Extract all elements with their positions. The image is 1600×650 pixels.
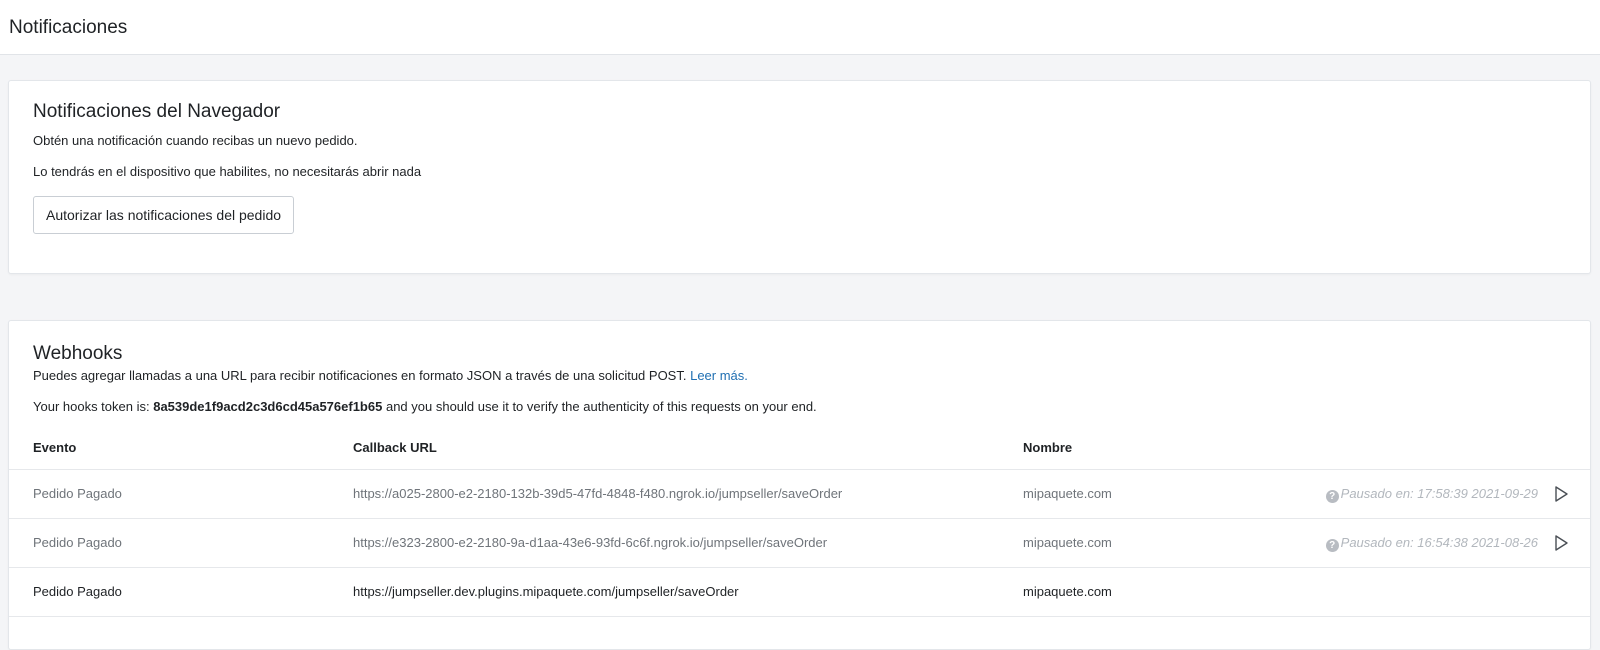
token-prefix: Your hooks token is:: [33, 399, 150, 414]
table-row[interactable]: Pedido Pagado https://e323-2800-e2-2180-…: [9, 519, 1590, 568]
row-event: Pedido Pagado: [33, 486, 122, 501]
top-bar: Notificaciones: [0, 0, 1600, 55]
authorize-notifications-button[interactable]: Autorizar las notificaciones del pedido: [33, 196, 295, 234]
browser-notifications-hint: Lo tendrás en el dispositivo que habilit…: [33, 164, 422, 179]
table-row[interactable]: Pedido Pagado https://a025-2800-e2-2180-…: [9, 470, 1590, 519]
browser-notifications-card: Notificaciones del Navegador Obtén una n…: [8, 80, 1591, 274]
paused-status-text: Pausado en: 16:54:38 2021-08-26: [1340, 535, 1538, 550]
row-name: mipaquete.com: [1023, 584, 1112, 599]
webhooks-description: Puedes agregar llamadas a una URL para r…: [33, 368, 748, 383]
webhooks-description-text: Puedes agregar llamadas a una URL para r…: [33, 368, 687, 383]
page-title: Notificaciones: [9, 17, 128, 38]
table-header: Evento Callback URL Nombre: [9, 427, 1590, 470]
paused-status: ? Pausado en: 16:54:38 2021-08-26: [1325, 519, 1538, 567]
row-event: Pedido Pagado: [33, 584, 122, 599]
play-icon[interactable]: [1552, 534, 1570, 552]
paused-status-text: Pausado en: 17:58:39 2021-09-29: [1340, 486, 1538, 501]
play-icon[interactable]: [1552, 485, 1570, 503]
webhooks-title: Webhooks: [33, 343, 123, 364]
question-circle-icon[interactable]: ?: [1325, 490, 1339, 503]
row-callback-url: https://a025-2800-e2-2180-132b-39d5-47fd…: [353, 486, 843, 501]
row-callback-url: https://jumpseller.dev.plugins.mipaquete…: [353, 584, 739, 599]
question-circle-icon[interactable]: ?: [1325, 539, 1339, 552]
read-more-link[interactable]: Leer más.: [690, 368, 748, 383]
webhooks-card: Webhooks Puedes agregar llamadas a una U…: [8, 320, 1591, 650]
paused-status: ? Pausado en: 17:58:39 2021-09-29: [1325, 470, 1538, 518]
column-header-event: Evento: [33, 440, 77, 455]
row-callback-url: https://e323-2800-e2-2180-9a-d1aa-43e6-9…: [353, 535, 828, 550]
row-name: mipaquete.com: [1023, 535, 1112, 550]
column-header-name: Nombre: [1023, 440, 1073, 455]
table-row[interactable]: Pedido Pagado https://jumpseller.dev.plu…: [9, 568, 1590, 617]
row-event: Pedido Pagado: [33, 535, 122, 550]
hooks-token-line: Your hooks token is: 8a539de1f9acd2c3d6c…: [33, 399, 817, 414]
token-suffix: and you should use it to verify the auth…: [385, 399, 817, 414]
hooks-token: 8a539de1f9acd2c3d6cd45a576ef1b65: [153, 399, 383, 414]
browser-notifications-description: Obtén una notificación cuando recibas un…: [33, 133, 358, 148]
row-name: mipaquete.com: [1023, 486, 1112, 501]
column-header-callback-url: Callback URL: [353, 440, 437, 455]
webhooks-table: Evento Callback URL Nombre Pedido Pagado…: [9, 427, 1590, 617]
browser-notifications-title: Notificaciones del Navegador: [33, 101, 281, 122]
